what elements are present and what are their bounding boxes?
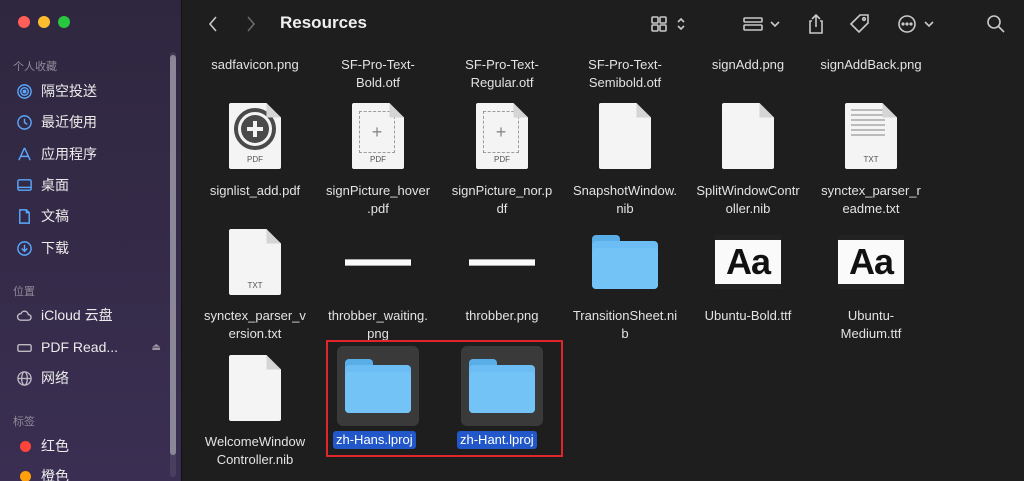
sidebar-item-label: 隔空投送 xyxy=(41,83,97,99)
annotation-highlight-box xyxy=(326,340,563,457)
window-controls xyxy=(18,16,70,28)
cloud-icon xyxy=(15,306,33,324)
toolbar: Resources xyxy=(183,0,1024,48)
file-item[interactable]: signAdd.png xyxy=(686,56,810,74)
chevron-right-icon xyxy=(247,16,256,32)
file-item[interactable]: SF-Pro-Text- Regular.otf xyxy=(440,56,564,92)
tag-icon xyxy=(849,14,869,34)
close-button[interactable] xyxy=(18,16,30,28)
file-item[interactable]: synctex_parser_v ersion.txt xyxy=(193,307,317,343)
file-item[interactable]: throbber.png xyxy=(440,307,564,325)
search-icon xyxy=(987,15,1005,33)
back-button[interactable] xyxy=(203,12,223,36)
file-item[interactable]: signAddBack.png xyxy=(809,56,933,74)
group-button[interactable] xyxy=(741,12,785,36)
desktop-icon xyxy=(15,176,33,194)
file-icon-pdf[interactable]: PDF xyxy=(193,98,317,174)
file-item[interactable]: Ubuntu-Bold.ttf xyxy=(686,307,810,325)
tag-button[interactable] xyxy=(847,12,873,36)
sidebar-item-documents[interactable]: 文稿 xyxy=(15,205,165,227)
plus-circle-icon xyxy=(234,108,276,150)
plus-icon: + xyxy=(483,111,519,153)
file-item[interactable]: SnapshotWindow. nib xyxy=(563,182,687,218)
action-menu-button[interactable] xyxy=(895,12,939,36)
file-item[interactable]: synctex_parser_r eadme.txt xyxy=(809,182,933,218)
sidebar-item-airdrop[interactable]: 隔空投送 xyxy=(15,80,165,102)
file-item[interactable]: Ubuntu- Medium.ttf xyxy=(809,307,933,343)
group-icon xyxy=(743,17,780,31)
sidebar-item-label: 应用程序 xyxy=(41,146,97,162)
file-icon-pdf[interactable]: + PDF xyxy=(440,98,564,174)
zoom-button[interactable] xyxy=(58,16,70,28)
sidebar-item-desktop[interactable]: 桌面 xyxy=(15,174,165,196)
sidebar-item-label: 文稿 xyxy=(41,208,69,224)
chevron-left-icon xyxy=(208,16,217,32)
airdrop-icon xyxy=(15,82,33,100)
file-item[interactable]: signPicture_hover .pdf xyxy=(316,182,440,218)
red-tag-dot xyxy=(20,440,31,452)
file-item[interactable]: SF-Pro-Text- Semibold.otf xyxy=(563,56,687,92)
forward-button[interactable] xyxy=(241,12,261,36)
file-icon-png[interactable] xyxy=(440,224,564,300)
sidebar-item-tag-red[interactable]: 红色 xyxy=(15,435,165,457)
sidebar-item-label: 红色 xyxy=(41,438,69,454)
sidebar-item-label: 网络 xyxy=(41,370,69,386)
grid-view-icon xyxy=(651,16,685,32)
sidebar-item-network[interactable]: 网络 xyxy=(15,367,165,389)
file-item[interactable]: signlist_add.pdf xyxy=(193,182,317,200)
download-icon xyxy=(15,239,33,257)
file-icon-txt[interactable]: TXT xyxy=(809,98,933,174)
file-item[interactable]: TransitionSheet.ni b xyxy=(563,307,687,343)
file-icon-pdf[interactable]: + PDF xyxy=(316,98,440,174)
sidebar-scrollbar[interactable] xyxy=(170,52,176,477)
share-icon xyxy=(809,13,823,34)
locations-header: 位置 xyxy=(13,286,35,298)
minimize-button[interactable] xyxy=(38,16,50,28)
sidebar-item-downloads[interactable]: 下载 xyxy=(15,237,165,259)
file-icon-nib[interactable] xyxy=(686,98,810,174)
sidebar-item-recents[interactable]: 最近使用 xyxy=(15,111,165,133)
eject-icon[interactable]: ⏏ xyxy=(152,342,161,353)
window-title: Resources xyxy=(280,13,367,32)
favorites-header: 个人收藏 xyxy=(13,61,57,73)
folder-icon[interactable] xyxy=(563,224,687,300)
sidebar-item-label: 橙色 xyxy=(41,468,69,481)
file-item[interactable]: SF-Pro-Text- Bold.otf xyxy=(316,56,440,92)
document-icon xyxy=(15,207,33,225)
file-item[interactable]: SplitWindowContr oller.nib xyxy=(686,182,810,218)
network-icon xyxy=(15,369,33,387)
search-button[interactable] xyxy=(985,12,1007,36)
file-item[interactable]: sadfavicon.png xyxy=(193,56,317,74)
sidebar-item-label: iCloud 云盘 xyxy=(41,307,113,323)
sidebar-item-icloud[interactable]: iCloud 云盘 xyxy=(15,304,165,326)
sidebar-item-label: PDF Read... xyxy=(41,339,119,355)
file-icon-png[interactable] xyxy=(316,224,440,300)
applications-icon xyxy=(15,145,33,163)
font-file-icon[interactable]: Aa xyxy=(686,224,810,300)
file-grid: sadfavicon.png SF-Pro-Text- Bold.otf SF-P… xyxy=(183,48,1024,481)
sidebar-item-label: 下载 xyxy=(41,240,69,256)
file-icon-txt[interactable]: TXT xyxy=(193,224,317,300)
share-button[interactable] xyxy=(805,12,827,36)
clock-icon xyxy=(15,113,33,131)
file-icon-nib[interactable] xyxy=(563,98,687,174)
scrollbar-thumb[interactable] xyxy=(170,55,176,455)
sidebar-item-label: 桌面 xyxy=(41,177,69,193)
sidebar-item-tag-orange[interactable]: 橙色 xyxy=(15,465,165,481)
view-mode-button[interactable] xyxy=(649,12,691,36)
sidebar-item-pdf-reader[interactable]: PDF Read... ⏏ xyxy=(15,336,165,358)
font-file-icon[interactable]: Aa xyxy=(809,224,933,300)
sidebar: 个人收藏 隔空投送 最近使用 应用程序 桌面 文稿 下载 位置 iCloud 云… xyxy=(0,0,182,481)
file-item[interactable]: signPicture_nor.p df xyxy=(440,182,564,218)
file-item[interactable]: WelcomeWindow Controller.nib xyxy=(193,433,317,469)
more-icon xyxy=(898,15,934,33)
sidebar-item-label: 最近使用 xyxy=(41,114,97,130)
file-item[interactable]: throbber_waiting. png xyxy=(316,307,440,343)
orange-tag-dot xyxy=(20,470,31,481)
plus-icon: + xyxy=(359,111,395,153)
tags-header: 标签 xyxy=(13,416,35,428)
drive-icon xyxy=(15,338,33,356)
sidebar-item-applications[interactable]: 应用程序 xyxy=(15,143,165,165)
file-icon-nib[interactable] xyxy=(193,350,317,426)
